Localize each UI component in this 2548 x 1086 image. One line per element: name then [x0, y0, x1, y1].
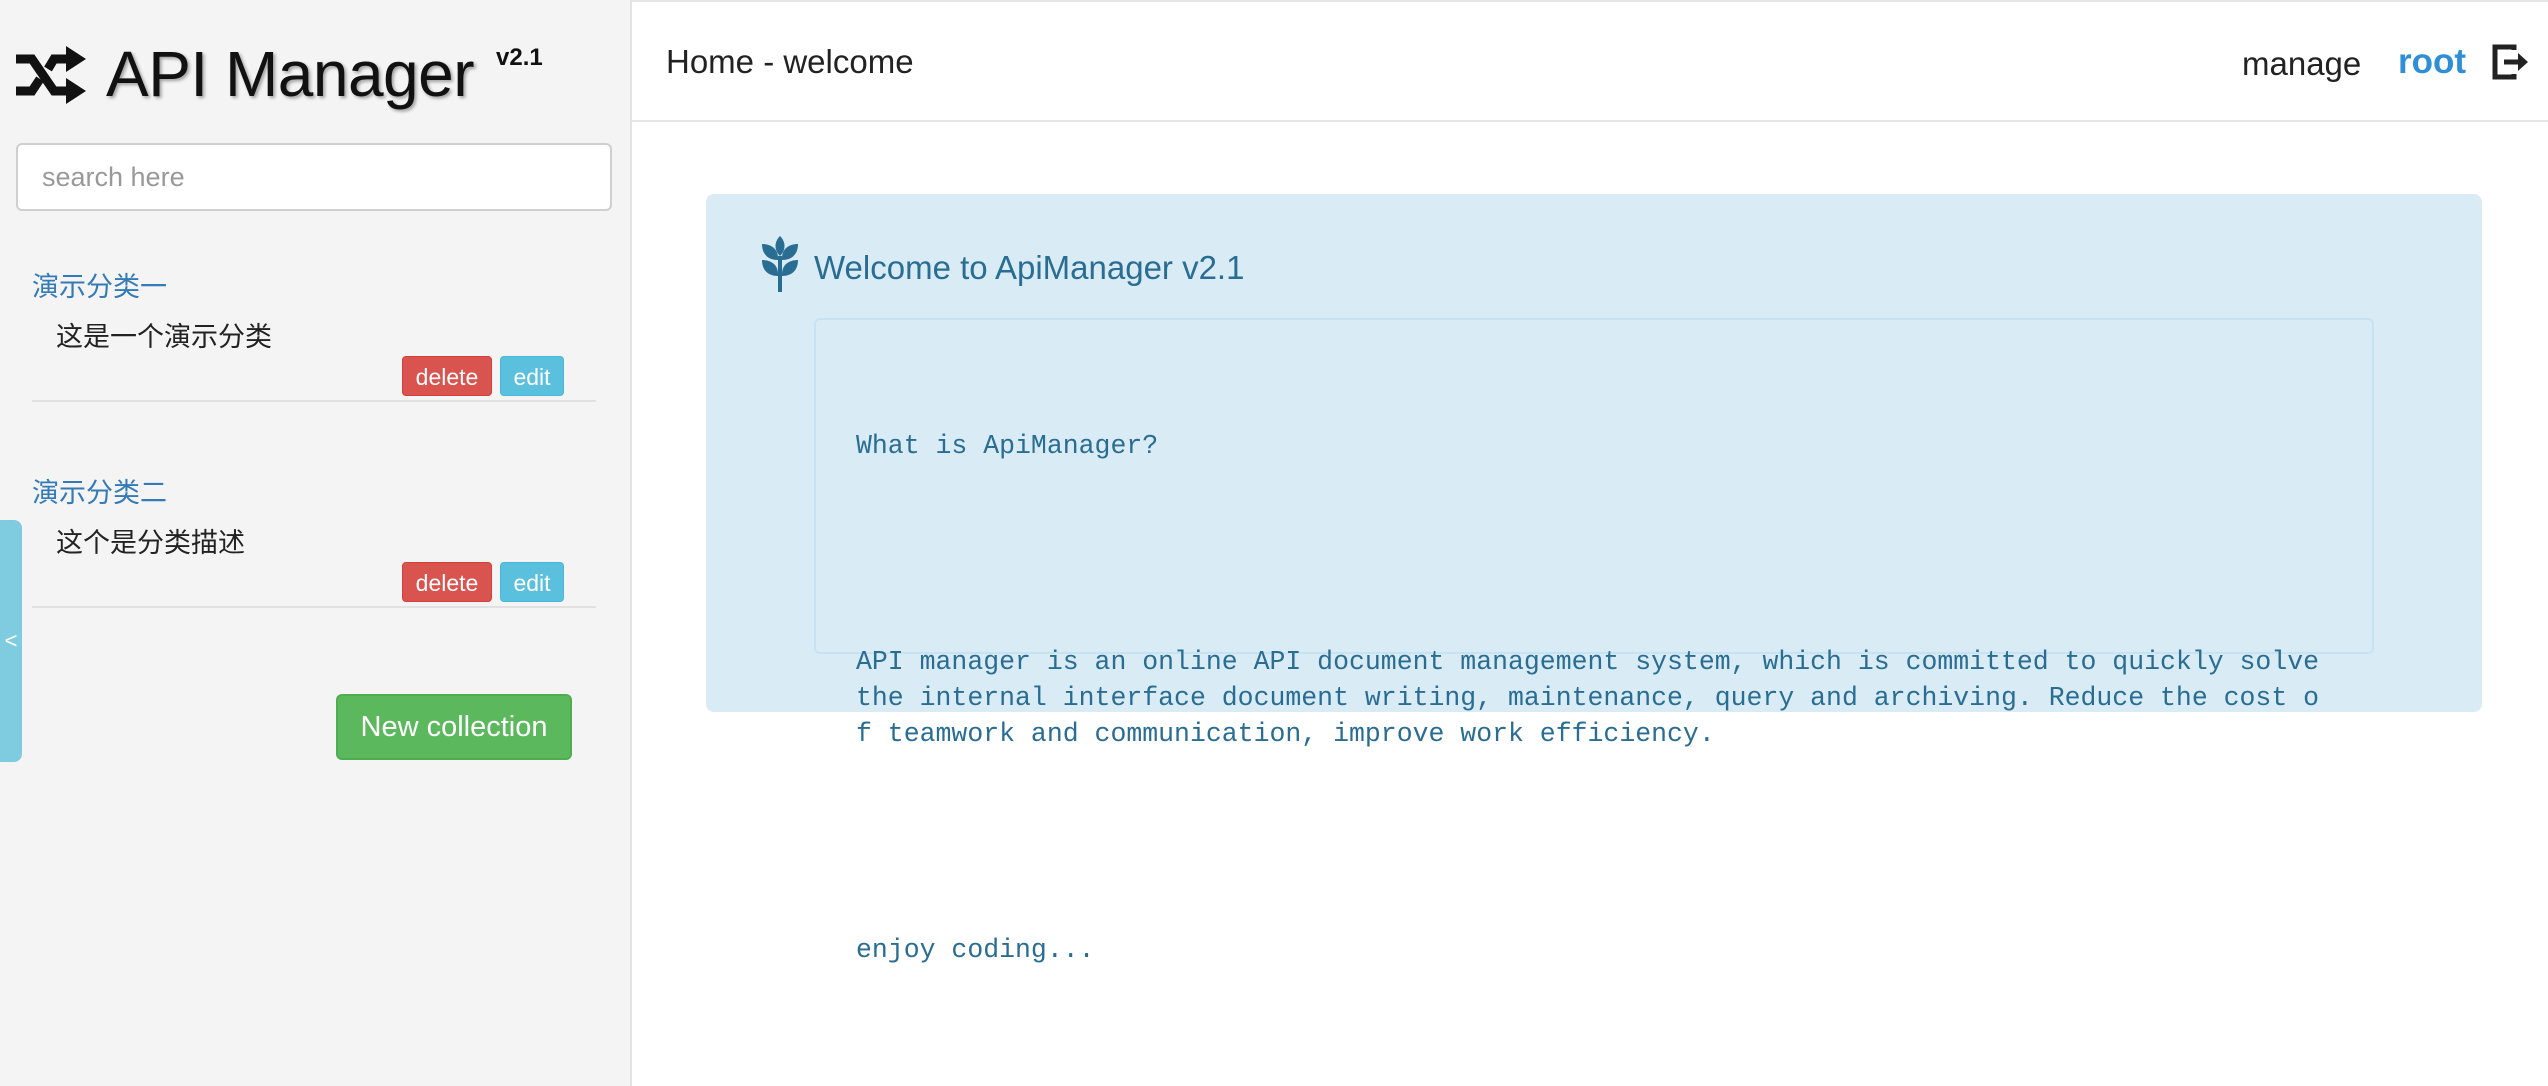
- edit-button[interactable]: edit: [500, 562, 564, 602]
- top-bar: Home - welcome manage root: [632, 0, 2548, 122]
- breadcrumb: Home - welcome: [666, 43, 914, 80]
- new-collection-button[interactable]: New collection: [336, 694, 572, 760]
- sign-out-icon[interactable]: [2490, 42, 2530, 82]
- delete-button[interactable]: delete: [402, 356, 492, 396]
- welcome-title: Welcome to ApiManager v2.1: [814, 249, 1245, 286]
- shuffle-icon: [16, 46, 86, 104]
- user-link[interactable]: root: [2398, 42, 2466, 82]
- collection-description: 这个是分类描述: [56, 528, 245, 558]
- edit-button[interactable]: edit: [500, 356, 564, 396]
- sidebar-collapse-toggle[interactable]: <: [0, 520, 22, 762]
- app-version: v2.1: [496, 44, 543, 71]
- app-logo[interactable]: API Manager v2.1: [14, 34, 543, 114]
- delete-button[interactable]: delete: [402, 562, 492, 602]
- search-input[interactable]: [16, 143, 612, 211]
- welcome-question: What is ApiManager?: [856, 431, 1159, 461]
- app-title: API Manager: [106, 38, 475, 110]
- welcome-footer: enjoy coding...: [856, 935, 1095, 965]
- manage-link[interactable]: manage: [2242, 44, 2361, 84]
- collection-description: 这是一个演示分类: [56, 322, 272, 352]
- welcome-description-box: What is ApiManager? API manager is an on…: [814, 318, 2374, 965]
- leaf-icon: [762, 236, 798, 292]
- collection-name-link[interactable]: 演示分类二: [32, 476, 167, 510]
- collection-item: 演示分类二 这个是分类描述 delete edit: [32, 476, 596, 608]
- collection-item: 演示分类一 这是一个演示分类 delete edit: [32, 270, 596, 402]
- welcome-panel: Welcome to ApiManager v2.1 What is ApiMa…: [706, 194, 2482, 965]
- sidebar: API Manager v2.1 演示分类一 这是一个演示分类 delete e…: [0, 0, 632, 1086]
- collection-name-link[interactable]: 演示分类一: [32, 270, 167, 304]
- welcome-body: API manager is an online API document ma…: [856, 647, 2335, 749]
